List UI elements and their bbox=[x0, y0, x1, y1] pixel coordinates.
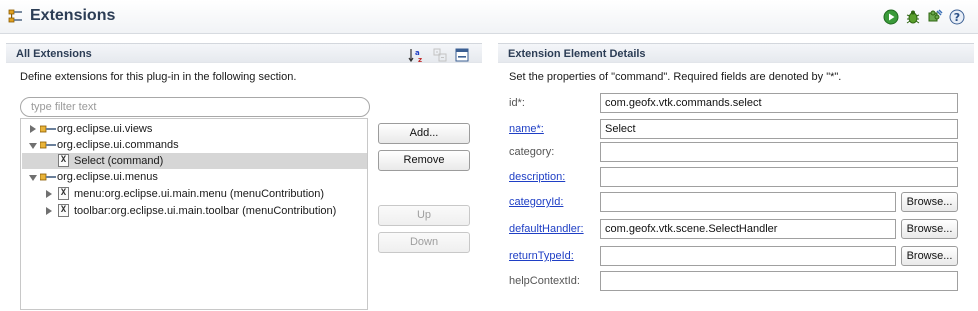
extensions-icon bbox=[8, 9, 22, 23]
tree-item-label: org.eclipse.ui.commands bbox=[57, 139, 179, 151]
tree-item-label: org.eclipse.ui.views bbox=[57, 123, 153, 135]
tree-item-org-eclipse-ui-menus[interactable]: org.eclipse.ui.menus bbox=[22, 169, 367, 185]
element-x-icon: X bbox=[58, 154, 69, 167]
puzzle-icon[interactable] bbox=[927, 9, 943, 25]
tree-item-label: org.eclipse.ui.menus bbox=[57, 171, 158, 183]
sort-alpha-icon[interactable]: a z bbox=[408, 47, 424, 63]
details-title: Extension Element Details bbox=[508, 48, 646, 60]
all-extensions-description: Define extensions for this plug-in in th… bbox=[20, 71, 297, 83]
down-button[interactable]: Down bbox=[378, 232, 470, 253]
page-title: Extensions bbox=[30, 7, 116, 24]
name-link[interactable]: name*: bbox=[509, 123, 544, 135]
collapse-arrow-icon[interactable] bbox=[29, 175, 37, 181]
default-handler-link[interactable]: defaultHandler: bbox=[509, 223, 584, 235]
expand-arrow-icon[interactable] bbox=[46, 207, 52, 215]
collapse-disabled-icon bbox=[433, 48, 447, 62]
help-context-id-label: helpContextId: bbox=[509, 275, 580, 287]
extension-icon bbox=[40, 141, 56, 149]
extension-icon bbox=[40, 125, 56, 133]
help-context-id-field[interactable] bbox=[600, 271, 958, 291]
details-description: Set the properties of "command". Require… bbox=[509, 71, 842, 83]
id-label: id*: bbox=[509, 97, 525, 109]
details-section-header: Extension Element Details bbox=[498, 43, 974, 63]
debug-icon[interactable] bbox=[905, 9, 921, 25]
filter-input[interactable]: type filter text bbox=[20, 97, 370, 117]
editor-header: Extensions ? bbox=[0, 0, 978, 34]
category-label: category: bbox=[509, 146, 555, 158]
name-field[interactable]: Select bbox=[600, 119, 958, 139]
category-field[interactable] bbox=[600, 142, 958, 162]
tree-item-label: Select (command) bbox=[74, 155, 164, 167]
run-icon[interactable] bbox=[883, 9, 899, 25]
description-field[interactable] bbox=[600, 167, 958, 187]
expand-arrow-icon[interactable] bbox=[30, 125, 36, 133]
element-x-icon: X bbox=[58, 187, 69, 200]
element-x-icon: X bbox=[58, 204, 69, 217]
id-field[interactable]: com.geofx.vtk.commands.select bbox=[600, 93, 958, 113]
tree-item-select-command[interactable]: X Select (command) bbox=[22, 153, 367, 169]
expand-arrow-icon[interactable] bbox=[46, 190, 52, 198]
remove-button[interactable]: Remove bbox=[378, 150, 470, 171]
category-id-link[interactable]: categoryId: bbox=[509, 196, 563, 208]
extension-icon bbox=[40, 173, 56, 181]
help-icon[interactable]: ? bbox=[949, 9, 965, 25]
extensions-tree[interactable]: org.eclipse.ui.views org.eclipse.ui.comm… bbox=[20, 118, 368, 310]
tree-item-label: toolbar:org.eclipse.ui.main.toolbar (men… bbox=[74, 205, 337, 217]
tree-item-org-eclipse-ui-views[interactable]: org.eclipse.ui.views bbox=[22, 121, 367, 137]
tree-item-toolbar-contribution[interactable]: X toolbar:org.eclipse.ui.main.toolbar (m… bbox=[22, 203, 367, 219]
description-link[interactable]: description: bbox=[509, 171, 565, 183]
minimize-icon[interactable] bbox=[455, 48, 469, 62]
collapse-arrow-icon[interactable] bbox=[29, 143, 37, 149]
all-extensions-title: All Extensions bbox=[16, 48, 92, 60]
category-id-browse-button[interactable]: Browse... bbox=[901, 192, 958, 212]
up-button[interactable]: Up bbox=[378, 205, 470, 226]
return-type-id-browse-button[interactable]: Browse... bbox=[901, 246, 958, 266]
return-type-id-link[interactable]: returnTypeId: bbox=[509, 250, 574, 262]
return-type-id-field[interactable] bbox=[600, 246, 896, 266]
default-handler-field[interactable]: com.geofx.vtk.scene.SelectHandler bbox=[600, 219, 896, 239]
svg-text:z: z bbox=[418, 56, 422, 63]
tree-item-label: menu:org.eclipse.ui.main.menu (menuContr… bbox=[74, 188, 325, 200]
category-id-field[interactable] bbox=[600, 192, 896, 212]
tree-item-menu-contribution[interactable]: X menu:org.eclipse.ui.main.menu (menuCon… bbox=[22, 186, 367, 202]
tree-item-org-eclipse-ui-commands[interactable]: org.eclipse.ui.commands bbox=[22, 137, 367, 153]
add-button[interactable]: Add... bbox=[378, 123, 470, 144]
default-handler-browse-button[interactable]: Browse... bbox=[901, 219, 958, 239]
svg-text:?: ? bbox=[954, 11, 960, 24]
